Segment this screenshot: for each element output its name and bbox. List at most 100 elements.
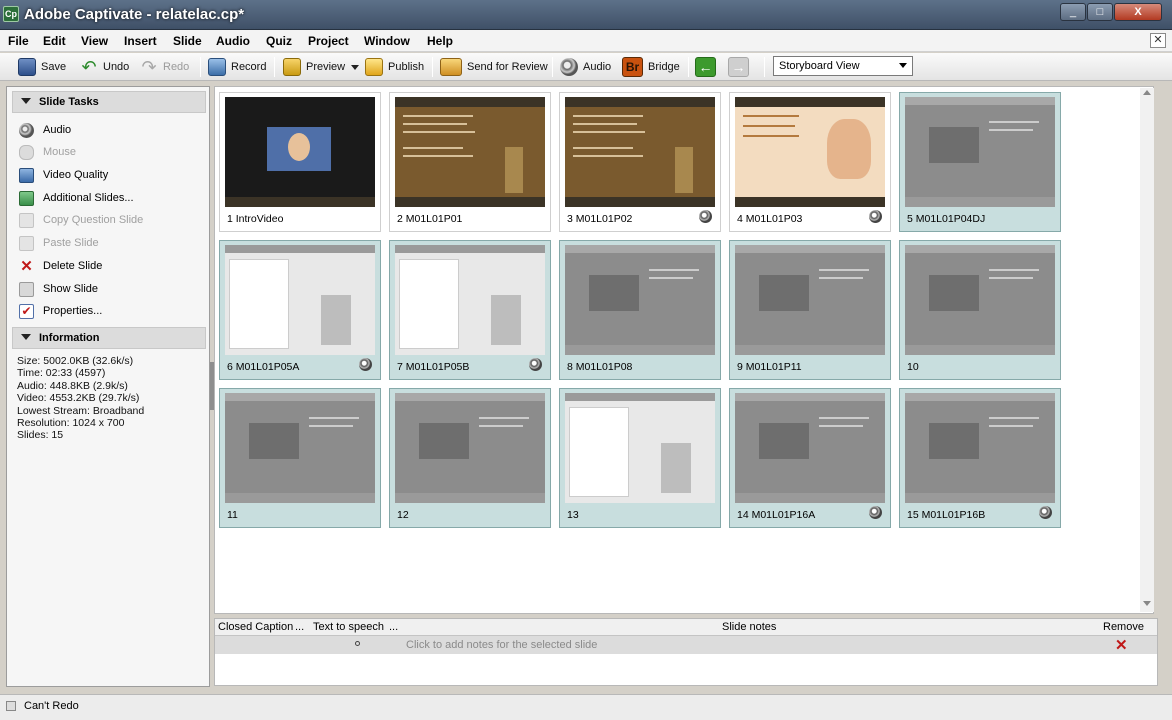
slide-tasks-title: Slide Tasks [39, 96, 99, 108]
slide-audio-icon[interactable] [869, 506, 882, 519]
menu-audio[interactable]: Audio [216, 34, 250, 48]
preview-icon [283, 58, 301, 76]
menu-insert[interactable]: Insert [124, 34, 157, 48]
chevron-down-icon[interactable] [351, 64, 360, 70]
menu-help[interactable]: Help [427, 34, 453, 48]
slide-label: 6 M01L01P05A [227, 361, 300, 373]
task-video-quality[interactable]: Video Quality [19, 166, 108, 184]
document-close-button[interactable]: ✕ [1150, 33, 1166, 48]
publish-button[interactable]: Publish [365, 56, 424, 78]
text-to-speech-more[interactable]: ... [389, 621, 398, 633]
undo-button[interactable]: ↶ Undo [80, 56, 129, 78]
preview-button[interactable]: Preview [283, 56, 360, 78]
slide-audio-icon[interactable] [359, 358, 372, 371]
save-button[interactable]: Save [18, 56, 66, 78]
menu-view[interactable]: View [81, 34, 108, 48]
view-mode-select[interactable]: Storyboard View [773, 56, 913, 76]
slide-thumbnail[interactable]: 2 M01L01P01 [389, 92, 551, 232]
video-quality-icon [19, 167, 34, 183]
redo-label: Redo [163, 61, 190, 73]
slide-thumbnail[interactable]: 10 [899, 240, 1061, 380]
task-properties[interactable]: ✔ Properties... [19, 302, 102, 320]
scroll-up-icon[interactable] [1143, 90, 1151, 95]
slide-thumbnail[interactable]: 4 M01L01P03 [729, 92, 891, 232]
record-button[interactable]: Record [208, 56, 266, 78]
scroll-down-icon[interactable] [1143, 601, 1151, 606]
slide-preview-image [565, 97, 715, 207]
slide-thumbnail[interactable]: 9 M01L01P11 [729, 240, 891, 380]
send-for-review-icon [440, 58, 462, 76]
record-label: Record [231, 61, 267, 73]
slide-audio-icon[interactable] [1039, 506, 1052, 519]
paste-icon [19, 235, 34, 251]
captivate-app-icon[interactable]: Cp [3, 6, 19, 22]
menu-quiz[interactable]: Quiz [266, 34, 292, 48]
text-to-speech-tab[interactable]: Text to speech [313, 621, 384, 633]
slide-thumbnail[interactable]: 1 IntroVideo [219, 92, 381, 232]
task-copy-question-slide[interactable]: Copy Question Slide [19, 211, 143, 229]
task-show-slide[interactable]: Show Slide [19, 280, 98, 298]
publish-icon [365, 58, 383, 76]
task-mouse[interactable]: Mouse [19, 143, 76, 161]
slide-thumbnail[interactable]: 13 [559, 388, 721, 528]
send-for-review-button[interactable]: Send for Review [440, 56, 548, 78]
task-delete-slide[interactable]: ✕ Delete Slide [19, 257, 102, 275]
slide-thumbnail[interactable]: 14 M01L01P16A [729, 388, 891, 528]
filmstrip-scrollbar[interactable] [1140, 88, 1154, 612]
slide-audio-icon[interactable] [699, 210, 712, 223]
chevron-down-icon [899, 63, 907, 68]
slide-preview-image [395, 97, 545, 207]
slide-thumbnail[interactable]: 5 M01L01P04DJ [899, 92, 1061, 232]
slide-thumbnail[interactable]: 3 M01L01P02 [559, 92, 721, 232]
minimize-button[interactable]: _ [1060, 3, 1086, 21]
task-paste-slide[interactable]: Paste Slide [19, 234, 99, 252]
task-label: Paste Slide [43, 237, 99, 249]
slide-label: 14 M01L01P16A [737, 509, 816, 521]
remove-note-icon[interactable]: ✕ [1115, 636, 1128, 654]
notes-placeholder[interactable]: Click to add notes for the selected slid… [406, 639, 597, 651]
view-mode-value: Storyboard View [779, 60, 860, 72]
slide-thumbnail[interactable]: 7 M01L01P05B [389, 240, 551, 380]
previous-slide-button[interactable]: ← [695, 56, 721, 78]
audio-button[interactable]: Audio [560, 56, 611, 78]
slide-preview-image [735, 97, 885, 207]
slide-preview-image [225, 245, 375, 355]
info-video: Video: 4553.2KB (29.7k/s) [17, 392, 140, 404]
remove-note-button[interactable]: Remove [1103, 621, 1144, 633]
slide-thumbnail[interactable]: 11 [219, 388, 381, 528]
notes-row[interactable]: Click to add notes for the selected slid… [215, 635, 1157, 654]
menu-project[interactable]: Project [308, 34, 349, 48]
task-additional-slides[interactable]: Additional Slides... [19, 189, 134, 207]
window-title: Adobe Captivate - relatelac.cp* [24, 6, 245, 23]
note-radio-icon[interactable] [355, 641, 360, 646]
slide-preview-image [395, 393, 545, 503]
properties-icon: ✔ [19, 303, 34, 319]
slide-thumbnail[interactable]: 6 M01L01P05A [219, 240, 381, 380]
closed-caption-more[interactable]: ... [295, 621, 304, 633]
slide-audio-icon[interactable] [529, 358, 542, 371]
audio-label: Audio [583, 61, 612, 73]
next-slide-button[interactable]: → [728, 56, 754, 78]
task-audio[interactable]: Audio [19, 121, 71, 139]
slide-label: 12 [397, 509, 409, 521]
maximize-button[interactable]: □ [1087, 3, 1113, 21]
slide-thumbnail[interactable]: 15 M01L01P16B [899, 388, 1061, 528]
bridge-icon: Br [622, 57, 643, 77]
slide-preview-image [225, 97, 375, 207]
close-window-button[interactable]: X [1114, 3, 1162, 21]
information-header[interactable]: Information [12, 327, 206, 349]
information-title: Information [39, 332, 100, 344]
slide-thumbnail[interactable]: 8 M01L01P08 [559, 240, 721, 380]
additional-slides-icon [19, 190, 34, 206]
slide-thumbnail[interactable]: 12 [389, 388, 551, 528]
info-resolution: Resolution: 1024 x 700 [17, 417, 125, 429]
redo-button[interactable]: ↷ Redo [140, 56, 189, 78]
slide-tasks-header[interactable]: Slide Tasks [12, 91, 206, 113]
slide-audio-icon[interactable] [869, 210, 882, 223]
menu-edit[interactable]: Edit [43, 34, 66, 48]
menu-file[interactable]: File [8, 34, 29, 48]
bridge-button[interactable]: Br Bridge [622, 56, 680, 78]
menu-window[interactable]: Window [364, 34, 410, 48]
menu-slide[interactable]: Slide [173, 34, 202, 48]
closed-caption-tab[interactable]: Closed Caption [218, 621, 293, 633]
